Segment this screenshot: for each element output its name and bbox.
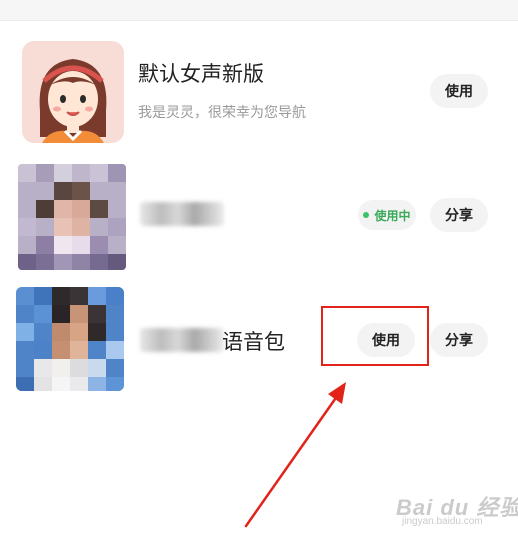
voice-avatar-pixelated xyxy=(18,164,126,270)
voice-title: 默认女声新版 xyxy=(138,63,264,86)
voice-title-pixelated xyxy=(140,202,224,226)
in-use-status-badge: 使用中 xyxy=(358,200,416,230)
status-dot-icon xyxy=(363,212,370,218)
voice-item-package[interactable]: 语音包 使用 分享 xyxy=(0,285,518,395)
watermark: Bai du 经验 jingyan.baidu.com xyxy=(396,488,518,528)
use-button[interactable]: 使用 xyxy=(430,74,488,108)
status-label: 使用中 xyxy=(374,208,411,223)
watermark-url: jingyan.baidu.com xyxy=(402,516,483,527)
voice-title-pixelated xyxy=(140,328,224,352)
share-button[interactable]: 分享 xyxy=(430,323,488,357)
voice-item-in-use[interactable]: 使用中 分享 xyxy=(0,160,518,270)
top-bar xyxy=(0,0,518,21)
voice-subtitle: 我是灵灵，很荣幸为您导航 xyxy=(138,104,306,120)
voice-package-title: 语音包 xyxy=(222,331,285,354)
voice-avatar-cartoon-girl xyxy=(22,41,124,143)
voice-avatar-pixelated xyxy=(16,287,124,391)
highlight-box xyxy=(321,306,429,366)
share-button[interactable]: 分享 xyxy=(430,198,488,232)
voice-item-default[interactable]: 默认女声新版 我是灵灵，很荣幸为您导航 使用 xyxy=(0,38,518,148)
